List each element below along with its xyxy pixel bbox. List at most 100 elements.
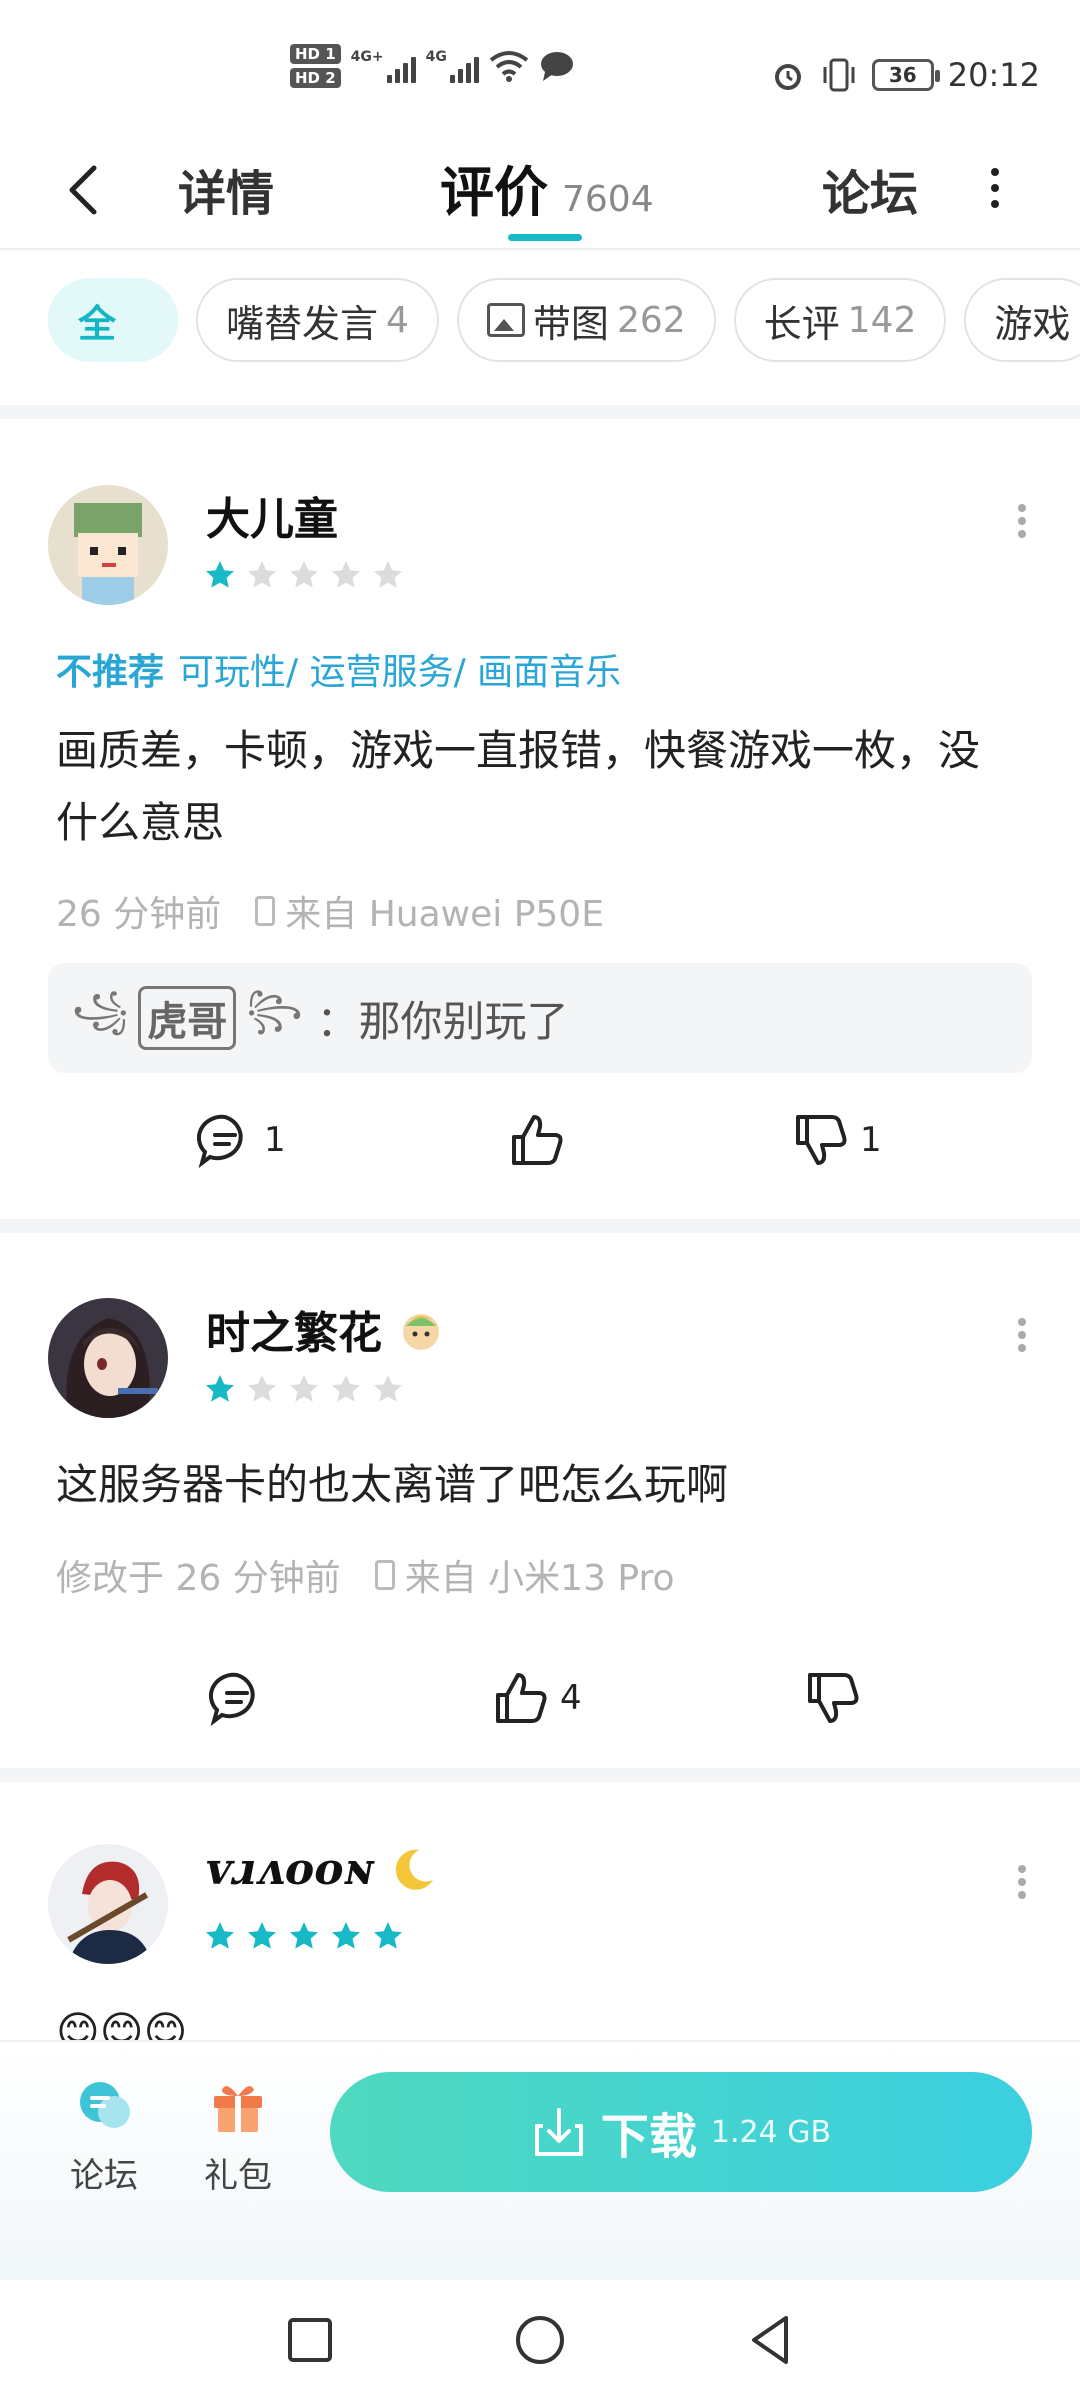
star-empty-icon bbox=[374, 1375, 402, 1402]
signal-2-icon: 4G bbox=[426, 49, 479, 83]
comment-button[interactable] bbox=[208, 1669, 276, 1727]
bottom-action-bar: 论坛 礼包 下载 1.24 GB bbox=[0, 2040, 1080, 2280]
avatar[interactable] bbox=[48, 1844, 168, 1964]
review-menu-icon[interactable] bbox=[1016, 499, 1028, 543]
review-time: 26 分钟前 bbox=[56, 894, 222, 935]
filter-with-images[interactable]: 带图 262 bbox=[456, 278, 716, 362]
filter-with-images-label: 带图 bbox=[532, 301, 609, 346]
download-size: 1.24 GB bbox=[710, 2114, 832, 2150]
review-card: ᴠɹᴧᴏᴏɴ 😊😊😊 bbox=[0, 1782, 1080, 2040]
filter-long-review-count: 142 bbox=[847, 299, 917, 341]
review-text[interactable]: 这服务器卡的也太离谱了吧怎么玩啊 bbox=[56, 1449, 1016, 1521]
star-filled-icon bbox=[374, 1922, 402, 1949]
filter-bar: 全 嘴替发言 4 带图 262 长评 142 游戏 bbox=[0, 250, 1080, 405]
like-count: 4 bbox=[560, 1678, 582, 1718]
thumbs-down-icon bbox=[808, 1673, 859, 1723]
review-text[interactable]: 画质差，卡顿，游戏一直报错，快餐游戏一枚，没什么意思 bbox=[56, 715, 1016, 859]
message-icon bbox=[540, 52, 573, 81]
recents-square-icon[interactable] bbox=[280, 2310, 340, 2370]
phone-icon bbox=[255, 896, 276, 926]
gift-button[interactable]: 礼包 bbox=[204, 2078, 272, 2197]
system-nav-bar bbox=[0, 2280, 1080, 2400]
forum-label: 论坛 bbox=[70, 2156, 138, 2196]
battery-icon: 36 bbox=[871, 59, 940, 91]
forum-button[interactable]: 论坛 bbox=[70, 2078, 138, 2197]
download-button[interactable]: 下载 1.24 GB bbox=[330, 2072, 1032, 2192]
reply-text: ：那你别玩了 bbox=[316, 996, 569, 1046]
thumbs-down-icon bbox=[796, 1115, 847, 1165]
recommend-badge: 不推荐 bbox=[56, 652, 165, 693]
star-empty-icon bbox=[332, 561, 360, 588]
review-menu-icon[interactable] bbox=[1016, 1860, 1028, 1904]
avatar[interactable] bbox=[48, 485, 168, 605]
hd1-badge: HD 1 bbox=[290, 44, 341, 64]
dislike-button[interactable]: 1 bbox=[792, 1111, 882, 1169]
clock: 20:12 bbox=[947, 56, 1040, 94]
username[interactable]: ᴠɹᴧᴏᴏɴ bbox=[206, 1844, 437, 1895]
star-empty-icon bbox=[290, 1375, 318, 1402]
network-indicators: HD 1 HD 2 4G+ 4G bbox=[290, 44, 575, 88]
back-arrow-icon[interactable] bbox=[60, 160, 110, 220]
star-filled-icon bbox=[206, 1922, 234, 1949]
rating-stars bbox=[204, 1373, 404, 1405]
system-indicators: 36 20:12 bbox=[770, 56, 1040, 94]
section-divider bbox=[0, 1768, 1080, 1782]
back-triangle-icon[interactable] bbox=[740, 2310, 800, 2370]
review-actions: 4 bbox=[0, 1669, 1080, 1739]
phone-icon bbox=[374, 1560, 395, 1590]
like-button[interactable]: 4 bbox=[492, 1669, 582, 1727]
filter-all[interactable]: 全 bbox=[48, 278, 178, 362]
avatar[interactable] bbox=[48, 1298, 168, 1418]
filter-game[interactable]: 游戏 bbox=[964, 278, 1080, 362]
forum-icon bbox=[80, 2082, 130, 2128]
download-label: 下载 bbox=[600, 2109, 697, 2165]
review-count: 7604 bbox=[562, 179, 654, 220]
review-meta: 修改于 26 分钟前 来自 小米13 Pro bbox=[56, 1549, 675, 1601]
user-badge-icon bbox=[403, 1314, 439, 1350]
username-text: ᴠɹᴧᴏᴏɴ bbox=[206, 1844, 375, 1895]
username[interactable]: 大儿童 bbox=[206, 483, 338, 547]
tab-forum[interactable]: 论坛 bbox=[822, 154, 918, 224]
username[interactable]: 时之繁花 bbox=[206, 1297, 446, 1361]
hd2-badge: HD 2 bbox=[290, 68, 341, 88]
filter-long-review[interactable]: 长评 142 bbox=[733, 278, 947, 362]
section-divider bbox=[0, 405, 1080, 419]
comment-icon bbox=[197, 1114, 243, 1169]
star-empty-icon bbox=[248, 1375, 276, 1402]
more-options-icon[interactable] bbox=[980, 160, 1010, 220]
reply-author-badge: ꧁ 虎哥 ꧂ bbox=[72, 982, 302, 1055]
comment-button[interactable]: 1 bbox=[196, 1111, 286, 1169]
review-tags: 不推荐 可玩性/ 运营服务/ 画面音乐 bbox=[56, 643, 621, 695]
home-circle-icon[interactable] bbox=[510, 2310, 570, 2370]
filter-all-label: 全 bbox=[78, 301, 117, 346]
rating-stars bbox=[204, 559, 404, 591]
moon-icon bbox=[395, 1849, 433, 1890]
download-icon bbox=[534, 2108, 583, 2156]
filter-hot-takes-count: 4 bbox=[386, 299, 409, 341]
star-filled-icon bbox=[206, 561, 234, 588]
star-filled-icon bbox=[206, 1375, 234, 1402]
comment-count: 1 bbox=[264, 1120, 286, 1160]
like-button[interactable] bbox=[508, 1111, 576, 1169]
gift-label: 礼包 bbox=[204, 2156, 272, 2196]
vibrate-icon bbox=[823, 58, 855, 92]
review-device: 来自 Huawei P50E bbox=[285, 894, 604, 935]
star-empty-icon bbox=[248, 561, 276, 588]
thumbs-up-icon bbox=[512, 1115, 563, 1165]
review-menu-icon[interactable] bbox=[1016, 1313, 1028, 1357]
dislike-button[interactable] bbox=[804, 1669, 872, 1727]
review-device: 来自 小米13 Pro bbox=[404, 1558, 675, 1599]
wifi-icon bbox=[489, 51, 529, 82]
reply-preview[interactable]: ꧁ 虎哥 ꧂ ：那你别玩了 bbox=[48, 963, 1032, 1073]
review-text[interactable]: 😊😊😊 bbox=[56, 1996, 1016, 2040]
comment-icon bbox=[209, 1672, 255, 1727]
alarm-icon bbox=[774, 64, 801, 90]
tab-review[interactable]: 评价 7604 bbox=[440, 148, 654, 227]
filter-hot-takes[interactable]: 嘴替发言 4 bbox=[196, 278, 439, 362]
review-card: 大儿童 不推荐 可玩性/ 运营服务/ 画面音乐 画质差，卡顿，游戏一直报错，快餐游… bbox=[0, 419, 1080, 1219]
app-header: 详情 评价 7604 论坛 bbox=[0, 130, 1080, 250]
star-empty-icon bbox=[332, 1375, 360, 1402]
tab-detail[interactable]: 详情 bbox=[178, 154, 274, 224]
thumbs-up-icon bbox=[496, 1673, 547, 1723]
tag-list: 可玩性/ 运营服务/ 画面音乐 bbox=[178, 652, 622, 693]
